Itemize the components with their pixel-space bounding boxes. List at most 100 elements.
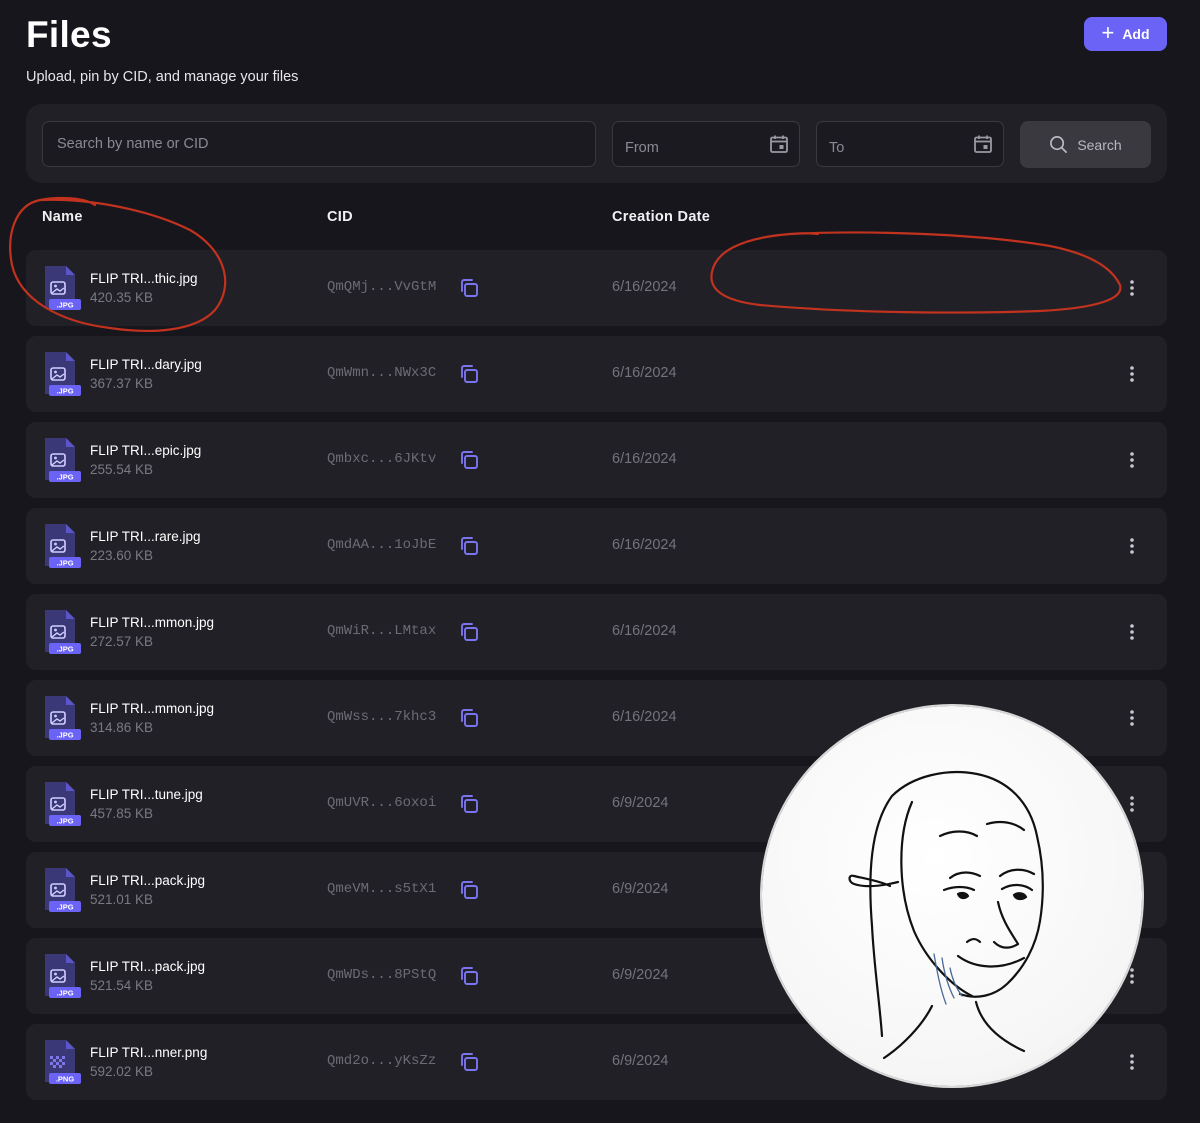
file-cid: QmWmn...NWx3C	[327, 365, 437, 381]
file-size: 272.57 KB	[90, 634, 154, 649]
copy-icon[interactable]	[458, 965, 480, 987]
file-row[interactable]: .JPG FLIP TRI...rare.jpg 223.60 KB QmdAA...…	[26, 508, 1167, 584]
copy-icon[interactable]	[458, 707, 480, 729]
jpg-file-icon: .JPG	[45, 782, 81, 826]
copy-icon[interactable]	[458, 621, 480, 643]
kebab-menu-icon[interactable]	[1126, 966, 1138, 986]
wojak-sticker	[762, 706, 1142, 1086]
file-creation-date: 6/9/2024	[612, 881, 669, 897]
file-type-badge: .JPG	[56, 387, 73, 396]
file-size: 420.35 KB	[90, 290, 154, 305]
copy-icon[interactable]	[458, 277, 480, 299]
file-size: 367.37 KB	[90, 376, 154, 391]
file-type-badge: .JPG	[56, 731, 73, 740]
copy-icon[interactable]	[458, 793, 480, 815]
file-cid: QmUVR...6oxoi	[327, 795, 437, 811]
file-type-badge: .JPG	[56, 903, 73, 912]
search-icon	[1050, 136, 1068, 153]
file-size: 521.54 KB	[90, 978, 154, 993]
file-cid: QmWss...7khc3	[327, 709, 437, 725]
copy-icon[interactable]	[458, 535, 480, 557]
file-type-badge: .JPG	[56, 817, 73, 826]
file-creation-date: 6/9/2024	[612, 795, 669, 811]
file-creation-date: 6/16/2024	[612, 537, 677, 553]
search-button[interactable]: Search	[1020, 121, 1151, 168]
file-type-badge: .JPG	[56, 645, 73, 654]
file-size: 457.85 KB	[90, 806, 154, 821]
file-creation-date: 6/16/2024	[612, 451, 677, 467]
copy-icon[interactable]	[458, 449, 480, 471]
file-size: 521.01 KB	[90, 892, 154, 907]
file-name[interactable]: FLIP TRI...pack.jpg	[90, 873, 205, 888]
file-type-badge: .JPG	[56, 989, 73, 998]
file-size: 223.60 KB	[90, 548, 154, 563]
jpg-file-icon: .JPG	[45, 696, 81, 740]
file-name[interactable]: FLIP TRI...mmon.jpg	[90, 615, 214, 630]
kebab-menu-icon[interactable]	[1126, 278, 1138, 298]
search-button-label: Search	[1077, 136, 1122, 153]
file-cid: QmWiR...LMtax	[327, 623, 437, 639]
to-date-field[interactable]: To	[816, 121, 1004, 167]
from-date-label: From	[625, 140, 659, 156]
file-name[interactable]: FLIP TRI...dary.jpg	[90, 357, 202, 372]
file-name[interactable]: FLIP TRI...rare.jpg	[90, 529, 201, 544]
file-row[interactable]: .JPG FLIP TRI...dary.jpg 367.37 KB QmWmn...…	[26, 336, 1167, 412]
jpg-file-icon: .JPG	[45, 524, 81, 568]
file-cid: Qmd2o...yKsZz	[327, 1053, 437, 1069]
filter-bar: From To Search	[26, 104, 1167, 183]
file-creation-date: 6/16/2024	[612, 279, 677, 295]
file-name[interactable]: FLIP TRI...tune.jpg	[90, 787, 203, 802]
file-cid: QmeVM...s5tX1	[327, 881, 437, 897]
kebab-menu-icon[interactable]	[1126, 794, 1138, 814]
kebab-menu-icon[interactable]	[1126, 364, 1138, 384]
file-cid: QmdAA...1oJbE	[327, 537, 437, 553]
copy-icon[interactable]	[458, 1051, 480, 1073]
file-creation-date: 6/16/2024	[612, 623, 677, 639]
file-type-badge: .PNG	[56, 1075, 75, 1084]
file-name[interactable]: FLIP TRI...nner.png	[90, 1045, 207, 1060]
file-cid: QmQMj...VvGtM	[327, 279, 437, 295]
file-type-badge: .JPG	[56, 473, 73, 482]
kebab-menu-icon[interactable]	[1126, 450, 1138, 470]
file-cid: Qmbxc...6JKtv	[327, 451, 437, 467]
kebab-menu-icon[interactable]	[1126, 536, 1138, 556]
kebab-menu-icon[interactable]	[1126, 708, 1138, 728]
from-date-field[interactable]: From	[612, 121, 800, 167]
png-file-icon: .PNG	[45, 1040, 81, 1084]
calendar-icon[interactable]	[973, 134, 993, 154]
jpg-file-icon: .JPG	[45, 266, 81, 310]
column-header-name: Name	[42, 209, 83, 225]
search-input[interactable]	[42, 121, 596, 167]
kebab-menu-icon[interactable]	[1126, 622, 1138, 642]
page-title: Files	[26, 14, 112, 55]
copy-icon[interactable]	[458, 879, 480, 901]
file-row[interactable]: .JPG FLIP TRI...mmon.jpg 272.57 KB QmWiR...…	[26, 594, 1167, 670]
file-name[interactable]: FLIP TRI...epic.jpg	[90, 443, 201, 458]
to-date-label: To	[829, 140, 845, 156]
plus-icon: +	[1101, 20, 1115, 45]
add-button-label: Add	[1122, 26, 1150, 42]
kebab-menu-icon[interactable]	[1126, 1052, 1138, 1072]
file-creation-date: 6/9/2024	[612, 967, 669, 983]
jpg-file-icon: .JPG	[45, 954, 81, 998]
file-row[interactable]: .JPG FLIP TRI...thic.jpg 420.35 KB QmQMj...…	[26, 250, 1167, 326]
jpg-file-icon: .JPG	[45, 438, 81, 482]
file-type-badge: .JPG	[56, 301, 73, 310]
file-name[interactable]: FLIP TRI...pack.jpg	[90, 959, 205, 974]
file-creation-date: 6/9/2024	[612, 1053, 669, 1069]
file-name[interactable]: FLIP TRI...thic.jpg	[90, 271, 198, 286]
page-subtitle: Upload, pin by CID, and manage your file…	[26, 69, 299, 85]
file-creation-date: 6/16/2024	[612, 365, 677, 381]
file-creation-date: 6/16/2024	[612, 709, 677, 725]
file-name[interactable]: FLIP TRI...mmon.jpg	[90, 701, 214, 716]
file-cid: QmWDs...8PStQ	[327, 967, 437, 983]
column-header-cid: CID	[327, 209, 353, 225]
copy-icon[interactable]	[458, 363, 480, 385]
jpg-file-icon: .JPG	[45, 868, 81, 912]
column-header-creation-date: Creation Date	[612, 209, 711, 225]
add-button[interactable]: + Add	[1084, 17, 1167, 51]
file-row[interactable]: .JPG FLIP TRI...epic.jpg 255.54 KB Qmbxc...…	[26, 422, 1167, 498]
jpg-file-icon: .JPG	[45, 610, 81, 654]
calendar-icon[interactable]	[769, 134, 789, 154]
wojak-face-drawing	[848, 770, 1044, 1060]
